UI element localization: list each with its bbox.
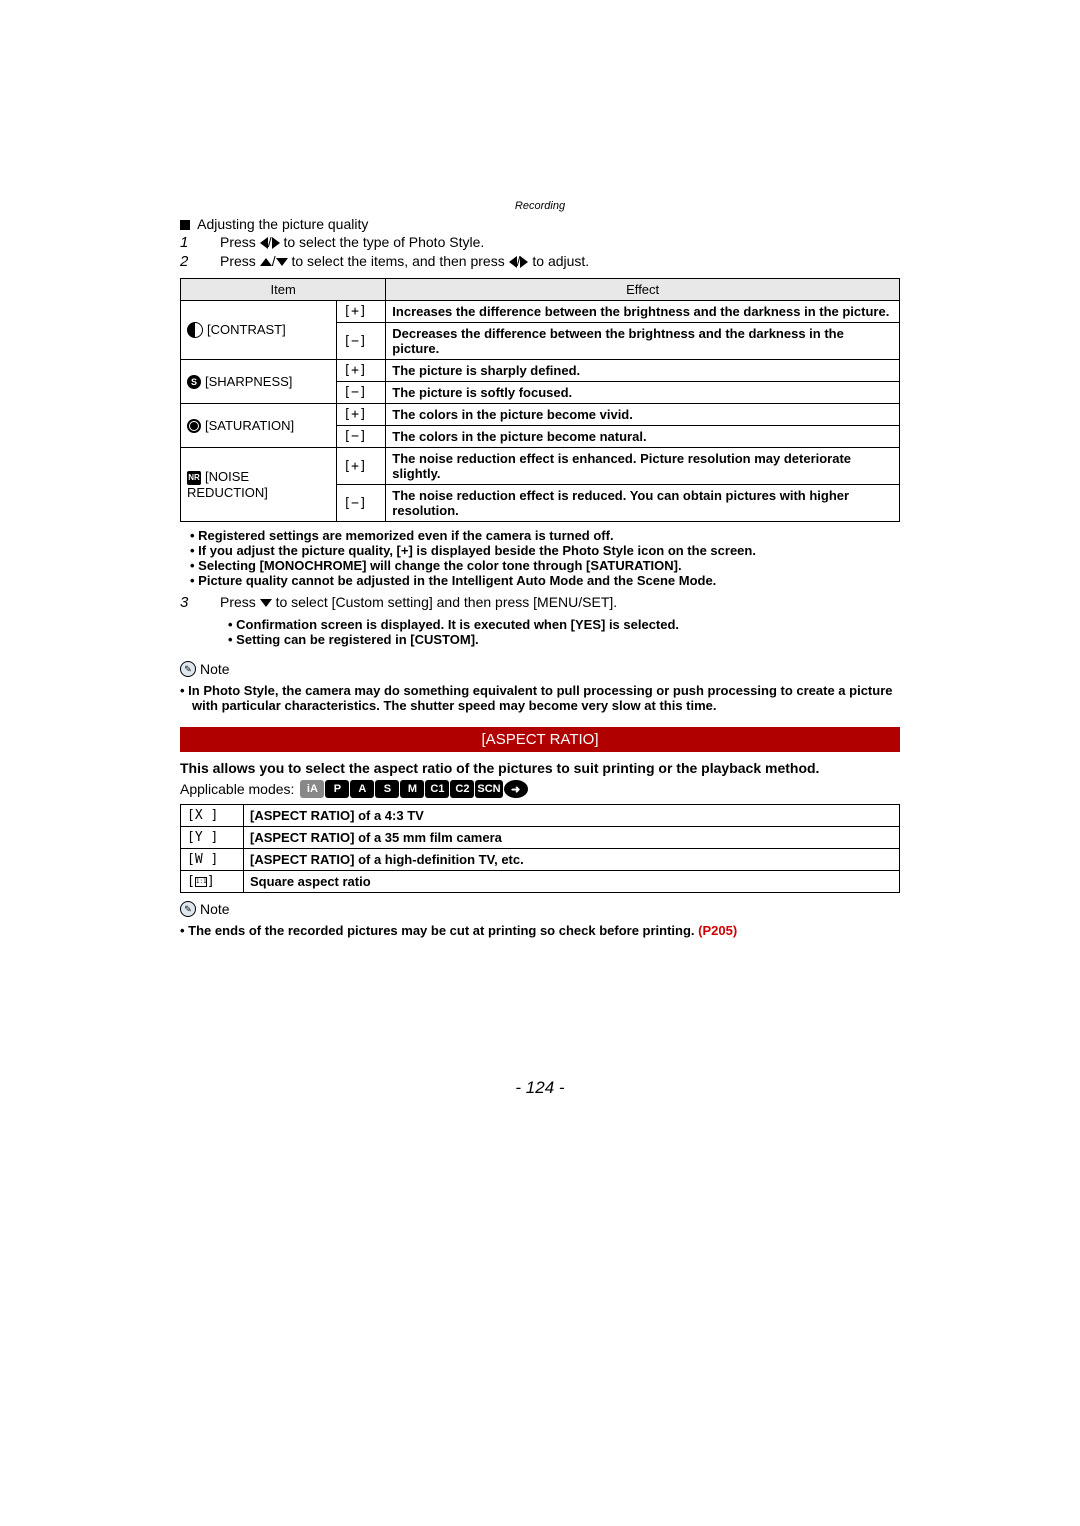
section-header-aspect-ratio: [ASPECT RATIO]	[180, 727, 900, 752]
step-number: 2	[180, 253, 220, 270]
mode-badge: iA	[300, 780, 324, 798]
mode-badge: S	[375, 780, 399, 798]
page-number: - 124 -	[180, 1078, 900, 1098]
square-bullet-icon	[180, 220, 190, 230]
mode-badges: iA P A S M C1 C2 SCN ➜	[300, 780, 527, 798]
mode-badge: P	[325, 780, 349, 798]
contrast-icon	[187, 322, 203, 338]
note-block-2: The ends of the recorded pictures may be…	[180, 923, 900, 938]
col-item: Item	[181, 279, 386, 301]
mode-badge: C2	[450, 780, 474, 798]
table-row: S[SHARPNESS] [+] The picture is sharply …	[181, 360, 900, 382]
left-arrow-icon	[260, 237, 268, 249]
sharpness-icon: S	[187, 375, 201, 389]
step-2: 2 Press / to select the items, and then …	[180, 253, 900, 270]
step-3: 3 Press to select [Custom setting] and t…	[180, 594, 900, 611]
page-link-p205[interactable]: (P205)	[698, 923, 737, 938]
note-icon: ✎	[180, 661, 196, 677]
mode-badge: SCN	[475, 780, 502, 798]
list-item: Setting can be registered in [CUSTOM].	[240, 632, 900, 647]
down-arrow-icon	[276, 258, 288, 266]
note-heading: ✎ Note	[180, 901, 230, 917]
table-row: [] Square aspect ratio	[181, 871, 900, 893]
step-number: 3	[180, 594, 220, 611]
square-aspect-icon	[195, 877, 207, 887]
table-row: [Y ] [ASPECT RATIO] of a 35 mm film came…	[181, 827, 900, 849]
step-number: 1	[180, 234, 220, 251]
breadcrumb: Recording	[180, 200, 900, 212]
list-item: The ends of the recorded pictures may be…	[192, 923, 900, 938]
right-arrow-icon	[272, 237, 280, 249]
table-row: [W ] [ASPECT RATIO] of a high-definition…	[181, 849, 900, 871]
list-item: If you adjust the picture quality, [+] i…	[202, 543, 900, 558]
table-row: [CONTRAST] [+] Increases the difference …	[181, 301, 900, 323]
aspect-ratio-table: [X ] [ASPECT RATIO] of a 4:3 TV [Y ] [AS…	[180, 804, 900, 893]
table-row: [X ] [ASPECT RATIO] of a 4:3 TV	[181, 805, 900, 827]
note-block-1: In Photo Style, the camera may do someth…	[180, 683, 900, 713]
list-item: In Photo Style, the camera may do someth…	[192, 683, 900, 713]
left-arrow-icon	[509, 256, 517, 268]
applicable-modes: Applicable modes: iA P A S M C1 C2 SCN ➜	[180, 780, 900, 798]
mode-badge: A	[350, 780, 374, 798]
list-item: Registered settings are memorized even i…	[202, 528, 900, 543]
list-item: Confirmation screen is displayed. It is …	[240, 617, 900, 632]
mode-badge-creative-icon: ➜	[504, 780, 528, 798]
up-arrow-icon	[260, 258, 272, 266]
aspect-intro: This allows you to select the aspect rat…	[180, 760, 900, 776]
step-1: 1 Press / to select the type of Photo St…	[180, 234, 900, 251]
heading-adjust: Adjusting the picture quality	[180, 216, 900, 232]
mode-badge: M	[400, 780, 424, 798]
noise-reduction-icon: NR	[187, 471, 201, 485]
notes-after-table: Registered settings are memorized even i…	[180, 528, 900, 588]
notes-step3: Confirmation screen is displayed. It is …	[180, 617, 900, 647]
table-row: [SATURATION] [+] The colors in the pictu…	[181, 404, 900, 426]
mode-badge: C1	[425, 780, 449, 798]
right-arrow-icon	[520, 256, 528, 268]
note-heading: ✎ Note	[180, 661, 230, 677]
col-effect: Effect	[386, 279, 900, 301]
list-item: Selecting [MONOCHROME] will change the c…	[202, 558, 900, 573]
table-row: NR[NOISE REDUCTION] [+] The noise reduct…	[181, 448, 900, 485]
down-arrow-icon	[260, 599, 272, 607]
saturation-icon	[187, 419, 201, 433]
list-item: Picture quality cannot be adjusted in th…	[202, 573, 900, 588]
effect-table: Item Effect [CONTRAST] [+] Increases the…	[180, 278, 900, 522]
note-icon: ✎	[180, 901, 196, 917]
